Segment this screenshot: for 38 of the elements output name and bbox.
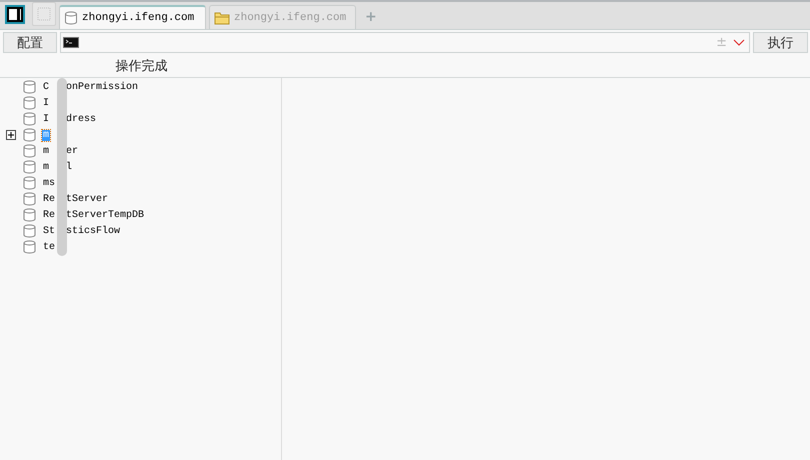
database-name-end[interactable]: sticsFlow — [66, 226, 120, 236]
database-name[interactable]: Re — [42, 210, 56, 220]
database-icon — [23, 240, 36, 254]
database-name[interactable]: m — [42, 162, 50, 172]
config-button[interactable]: 配置 — [3, 32, 57, 53]
database-icon — [23, 176, 36, 190]
database-name[interactable]: te — [42, 242, 56, 252]
database-icon — [23, 224, 36, 238]
database-icon — [23, 192, 36, 206]
database-name[interactable]: ms — [42, 178, 56, 188]
database-name[interactable]: m — [42, 146, 50, 156]
database-name-end[interactable]: onPermission — [66, 82, 138, 92]
sidebar-toggle-icon[interactable] — [4, 4, 26, 26]
database-name[interactable]: I — [42, 98, 50, 108]
folder-icon — [214, 10, 230, 24]
database-icon — [64, 11, 78, 25]
database-name-end[interactable]: tServerTempDB — [66, 210, 144, 220]
database-icon — [23, 160, 36, 174]
database-name[interactable]: I — [42, 114, 50, 124]
database-name[interactable]: C — [42, 82, 50, 92]
database-name-end[interactable]: er — [66, 146, 78, 156]
database-name-end[interactable]: l — [66, 162, 72, 172]
database-name-end[interactable]: dress — [66, 114, 96, 124]
expand-icon[interactable] — [6, 130, 16, 140]
database-icon — [23, 208, 36, 222]
database-icon — [23, 80, 36, 94]
database-name-end[interactable]: tServer — [66, 194, 108, 204]
status-text: 操作完成 — [116, 58, 168, 75]
dropdown-icon[interactable] — [733, 38, 745, 46]
database-icon — [23, 144, 36, 158]
database-icon — [23, 112, 36, 126]
tab[interactable]: zhongyi.ifeng.com — [59, 5, 206, 29]
run-button[interactable]: 执行 — [753, 32, 808, 53]
database-icon — [23, 96, 36, 110]
database-icon — [23, 128, 36, 142]
database-name[interactable]: St — [42, 226, 56, 236]
terminal-icon — [63, 37, 79, 48]
database-name[interactable]: Re — [42, 194, 56, 204]
